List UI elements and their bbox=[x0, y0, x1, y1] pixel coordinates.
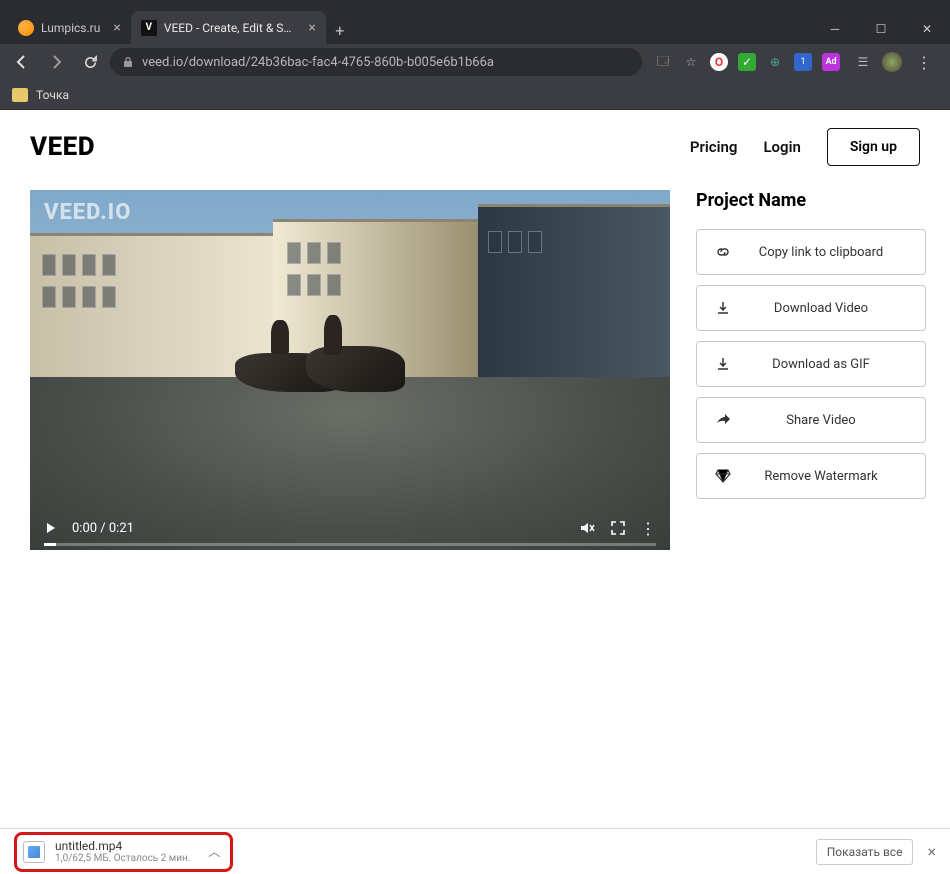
copy-link-button[interactable]: Copy link to clipboard bbox=[696, 229, 926, 275]
address-bar: veed.io/download/24b36bac-fac4-4765-860b… bbox=[0, 44, 950, 80]
video-menu-button[interactable]: ⋮ bbox=[640, 519, 656, 538]
tab-title: Lumpics.ru bbox=[41, 21, 100, 35]
tab-strip: Lumpics.ru × V VEED - Create, Edit & Sha… bbox=[0, 0, 354, 44]
nav-login[interactable]: Login bbox=[763, 138, 800, 156]
veed-logo[interactable]: VEED bbox=[30, 132, 95, 162]
chevron-up-icon[interactable]: ︿ bbox=[208, 843, 220, 860]
download-video-button[interactable]: Download Video bbox=[696, 285, 926, 331]
favicon-lumpics bbox=[18, 20, 34, 36]
close-tab-icon[interactable]: × bbox=[113, 20, 120, 36]
close-download-bar-button[interactable]: × bbox=[927, 842, 936, 861]
lock-icon bbox=[122, 56, 134, 68]
bookmark-item[interactable]: Точка bbox=[36, 88, 69, 102]
tab-title: VEED - Create, Edit & Share Vide bbox=[164, 21, 296, 35]
ext-ad-icon[interactable]: Ad bbox=[822, 53, 840, 71]
nav-pricing[interactable]: Pricing bbox=[690, 138, 738, 156]
site-header: VEED Pricing Login Sign up bbox=[0, 110, 950, 190]
action-label: Share Video bbox=[733, 413, 909, 428]
video-time: 0:00 / 0:21 bbox=[72, 521, 134, 536]
action-label: Remove Watermark bbox=[733, 469, 909, 484]
translate-icon[interactable]: 🗔 bbox=[654, 53, 672, 71]
diamond-icon bbox=[713, 469, 733, 483]
share-video-button[interactable]: Share Video bbox=[696, 397, 926, 443]
star-icon[interactable]: ☆ bbox=[682, 53, 700, 71]
project-name-heading: Project Name bbox=[696, 190, 926, 211]
download-filename: untitled.mp4 bbox=[55, 839, 190, 853]
close-tab-icon[interactable]: × bbox=[308, 20, 315, 36]
page-content: VEED Pricing Login Sign up bbox=[0, 110, 950, 550]
window-titlebar: Lumpics.ru × V VEED - Create, Edit & Sha… bbox=[0, 0, 950, 44]
url-text: veed.io/download/24b36bac-fac4-4765-860b… bbox=[142, 55, 494, 70]
mute-button[interactable] bbox=[578, 519, 596, 537]
forward-button[interactable] bbox=[42, 48, 70, 76]
download-bar: untitled.mp4 1,0/62,5 МБ. Осталось 2 мин… bbox=[0, 828, 950, 874]
download-meta: 1,0/62,5 МБ. Осталось 2 мин. bbox=[55, 853, 190, 864]
bookmarks-bar: Точка bbox=[0, 80, 950, 110]
play-button[interactable] bbox=[44, 521, 58, 535]
video-progress[interactable] bbox=[44, 543, 656, 546]
ext-cube-icon[interactable]: 1 bbox=[794, 53, 812, 71]
ext-check-icon[interactable]: ✓ bbox=[738, 53, 756, 71]
reading-list-icon[interactable]: ☰ bbox=[854, 53, 872, 71]
action-label: Download as GIF bbox=[733, 357, 909, 372]
download-gif-button[interactable]: Download as GIF bbox=[696, 341, 926, 387]
signup-button[interactable]: Sign up bbox=[827, 128, 920, 166]
download-item[interactable]: untitled.mp4 1,0/62,5 МБ. Осталось 2 мин… bbox=[14, 832, 233, 872]
browser-menu-button[interactable]: ⋮ bbox=[912, 53, 936, 72]
file-icon bbox=[23, 841, 45, 863]
video-watermark: VEED.IO bbox=[44, 200, 131, 225]
new-tab-button[interactable]: + bbox=[326, 16, 354, 44]
download-icon bbox=[713, 357, 733, 371]
action-label: Download Video bbox=[733, 301, 909, 316]
profile-avatar[interactable] bbox=[882, 52, 902, 72]
ext-opera-icon[interactable]: O bbox=[710, 53, 728, 71]
side-panel: Project Name Copy link to clipboard Down… bbox=[696, 190, 926, 550]
remove-watermark-button[interactable]: Remove Watermark bbox=[696, 453, 926, 499]
favicon-veed: V bbox=[141, 20, 157, 36]
url-input[interactable]: veed.io/download/24b36bac-fac4-4765-860b… bbox=[110, 48, 642, 76]
window-controls: ─ ☐ ✕ bbox=[812, 14, 950, 44]
close-window-button[interactable]: ✕ bbox=[904, 14, 950, 44]
download-icon bbox=[713, 301, 733, 315]
minimize-button[interactable]: ─ bbox=[812, 14, 858, 44]
browser-tab-1[interactable]: V VEED - Create, Edit & Share Vide × bbox=[131, 11, 326, 44]
maximize-button[interactable]: ☐ bbox=[858, 14, 904, 44]
reload-button[interactable] bbox=[76, 48, 104, 76]
share-icon bbox=[713, 413, 733, 427]
video-frame bbox=[30, 190, 670, 550]
browser-tab-0[interactable]: Lumpics.ru × bbox=[8, 11, 131, 44]
fullscreen-button[interactable] bbox=[610, 520, 626, 536]
link-icon bbox=[713, 244, 733, 260]
back-button[interactable] bbox=[8, 48, 36, 76]
video-player[interactable]: VEED.IO 0:00 / 0:21 ⋮ bbox=[30, 190, 670, 550]
bookmark-folder-icon bbox=[12, 88, 28, 102]
extension-icons: 🗔 ☆ O ✓ ⊕ 1 Ad ☰ ⋮ bbox=[648, 52, 942, 72]
action-label: Copy link to clipboard bbox=[733, 245, 909, 260]
ext-globe-icon[interactable]: ⊕ bbox=[766, 53, 784, 71]
show-all-downloads-button[interactable]: Показать все bbox=[816, 839, 914, 865]
